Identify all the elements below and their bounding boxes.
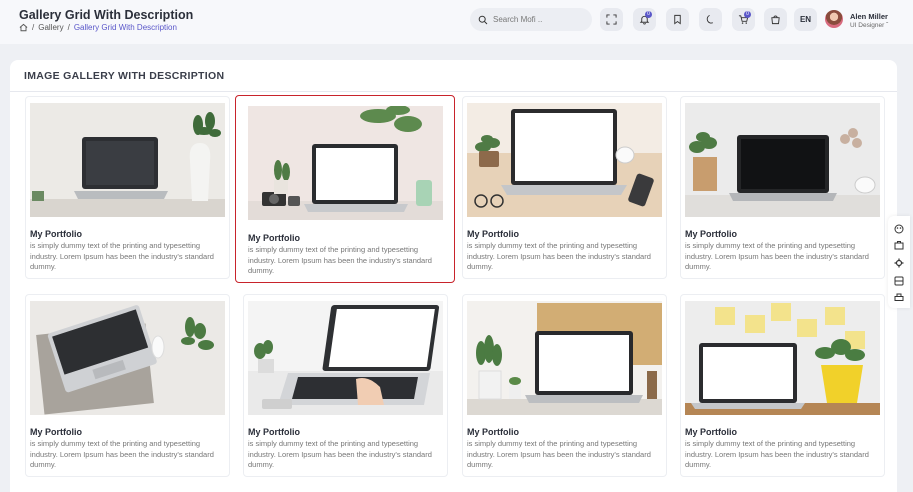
home-icon[interactable] [19, 23, 28, 32]
layout-icon[interactable] [894, 276, 904, 286]
card-description: is simply dummy text of the printing and… [248, 439, 432, 469]
gallery-image-laptop-camera[interactable] [248, 106, 443, 220]
moon-icon [706, 14, 713, 24]
card-description: is simply dummy text of the printing and… [467, 241, 651, 271]
card-title: My Portfolio [248, 427, 300, 437]
card-title: My Portfolio [467, 427, 519, 437]
page-title: Gallery Grid With Description [19, 8, 194, 22]
dark-mode-button[interactable] [699, 8, 722, 31]
card-description: is simply dummy text of the printing and… [248, 245, 432, 275]
breadcrumb: / Gallery / Gallery Grid With Descriptio… [19, 23, 177, 32]
card-description: is simply dummy text of the printing and… [30, 241, 214, 271]
breadcrumb-separator: / [32, 23, 35, 32]
user-role-label: UI Designer [850, 22, 885, 29]
avatar[interactable] [825, 10, 843, 28]
bag-icon [771, 15, 780, 25]
notification-button[interactable]: 0 [633, 8, 656, 31]
gallery-image-laptop-topdown[interactable] [30, 301, 225, 415]
card-description: is simply dummy text of the printing and… [685, 439, 869, 469]
panel-title: IMAGE GALLERY WITH DESCRIPTION [24, 70, 225, 82]
breadcrumb-current: Gallery Grid With Description [73, 23, 177, 32]
chevron-down-icon: ˇ [886, 22, 889, 29]
breadcrumb-gallery[interactable]: Gallery [38, 23, 63, 32]
card-description: is simply dummy text of the printing and… [685, 241, 869, 271]
card-title: My Portfolio [30, 427, 82, 437]
gallery-card[interactable]: My Portfolio is simply dummy text of the… [680, 294, 885, 477]
fullscreen-icon [606, 14, 617, 25]
gallery-card[interactable]: My Portfolio is simply dummy text of the… [25, 294, 230, 477]
notification-badge: 0 [645, 11, 652, 18]
panel-divider [10, 91, 897, 92]
language-button[interactable]: EN [794, 8, 817, 31]
gallery-card[interactable]: My Portfolio is simply dummy text of the… [462, 294, 667, 477]
card-title: My Portfolio [685, 427, 737, 437]
fullscreen-button[interactable] [600, 8, 623, 31]
gallery-image-laptop-sticky-notes[interactable] [685, 301, 880, 415]
gallery-image-laptop-typing[interactable] [248, 301, 443, 415]
card-description: is simply dummy text of the printing and… [30, 439, 214, 469]
bookmark-button[interactable] [666, 8, 689, 31]
gallery-card[interactable]: My Portfolio is simply dummy text of the… [462, 96, 667, 279]
palette-icon[interactable] [894, 224, 904, 234]
top-header: Gallery Grid With Description / Gallery … [0, 0, 913, 44]
breadcrumb-separator: / [67, 23, 70, 32]
card-title: My Portfolio [685, 229, 737, 239]
language-label: EN [799, 15, 812, 24]
gallery-card[interactable]: My Portfolio is simply dummy text of the… [25, 96, 230, 279]
cart-badge: 0 [744, 11, 751, 18]
gallery-image-laptop-desk[interactable] [685, 103, 880, 217]
bookmark-icon [674, 14, 681, 25]
search-input[interactable] [493, 15, 583, 24]
gallery-image-laptop-coffee[interactable] [467, 103, 662, 217]
card-title: My Portfolio [467, 229, 519, 239]
card-description: is simply dummy text of the printing and… [467, 439, 651, 469]
bag-button[interactable] [764, 8, 787, 31]
gallery-panel: IMAGE GALLERY WITH DESCRIPTION My Portfo… [10, 60, 897, 492]
gallery-card-selected[interactable]: My Portfolio is simply dummy text of the… [235, 95, 455, 283]
gear-icon[interactable] [894, 258, 904, 268]
printer-icon[interactable] [894, 293, 904, 303]
gallery-card[interactable]: My Portfolio is simply dummy text of the… [680, 96, 885, 279]
toolbox-icon[interactable] [894, 240, 904, 250]
gallery-image-laptop-plant[interactable] [30, 103, 225, 217]
card-title: My Portfolio [30, 229, 82, 239]
user-role[interactable]: UI Designer ˇ [850, 22, 888, 29]
cart-button[interactable]: 0 [732, 8, 755, 31]
search-box[interactable] [470, 8, 592, 31]
user-name[interactable]: Alen Miller [850, 12, 888, 21]
gallery-image-laptop-shelf[interactable] [467, 301, 662, 415]
customizer-toolbar [888, 216, 910, 308]
card-title: My Portfolio [248, 233, 300, 243]
search-icon [478, 15, 488, 24]
gallery-card[interactable]: My Portfolio is simply dummy text of the… [243, 294, 448, 477]
